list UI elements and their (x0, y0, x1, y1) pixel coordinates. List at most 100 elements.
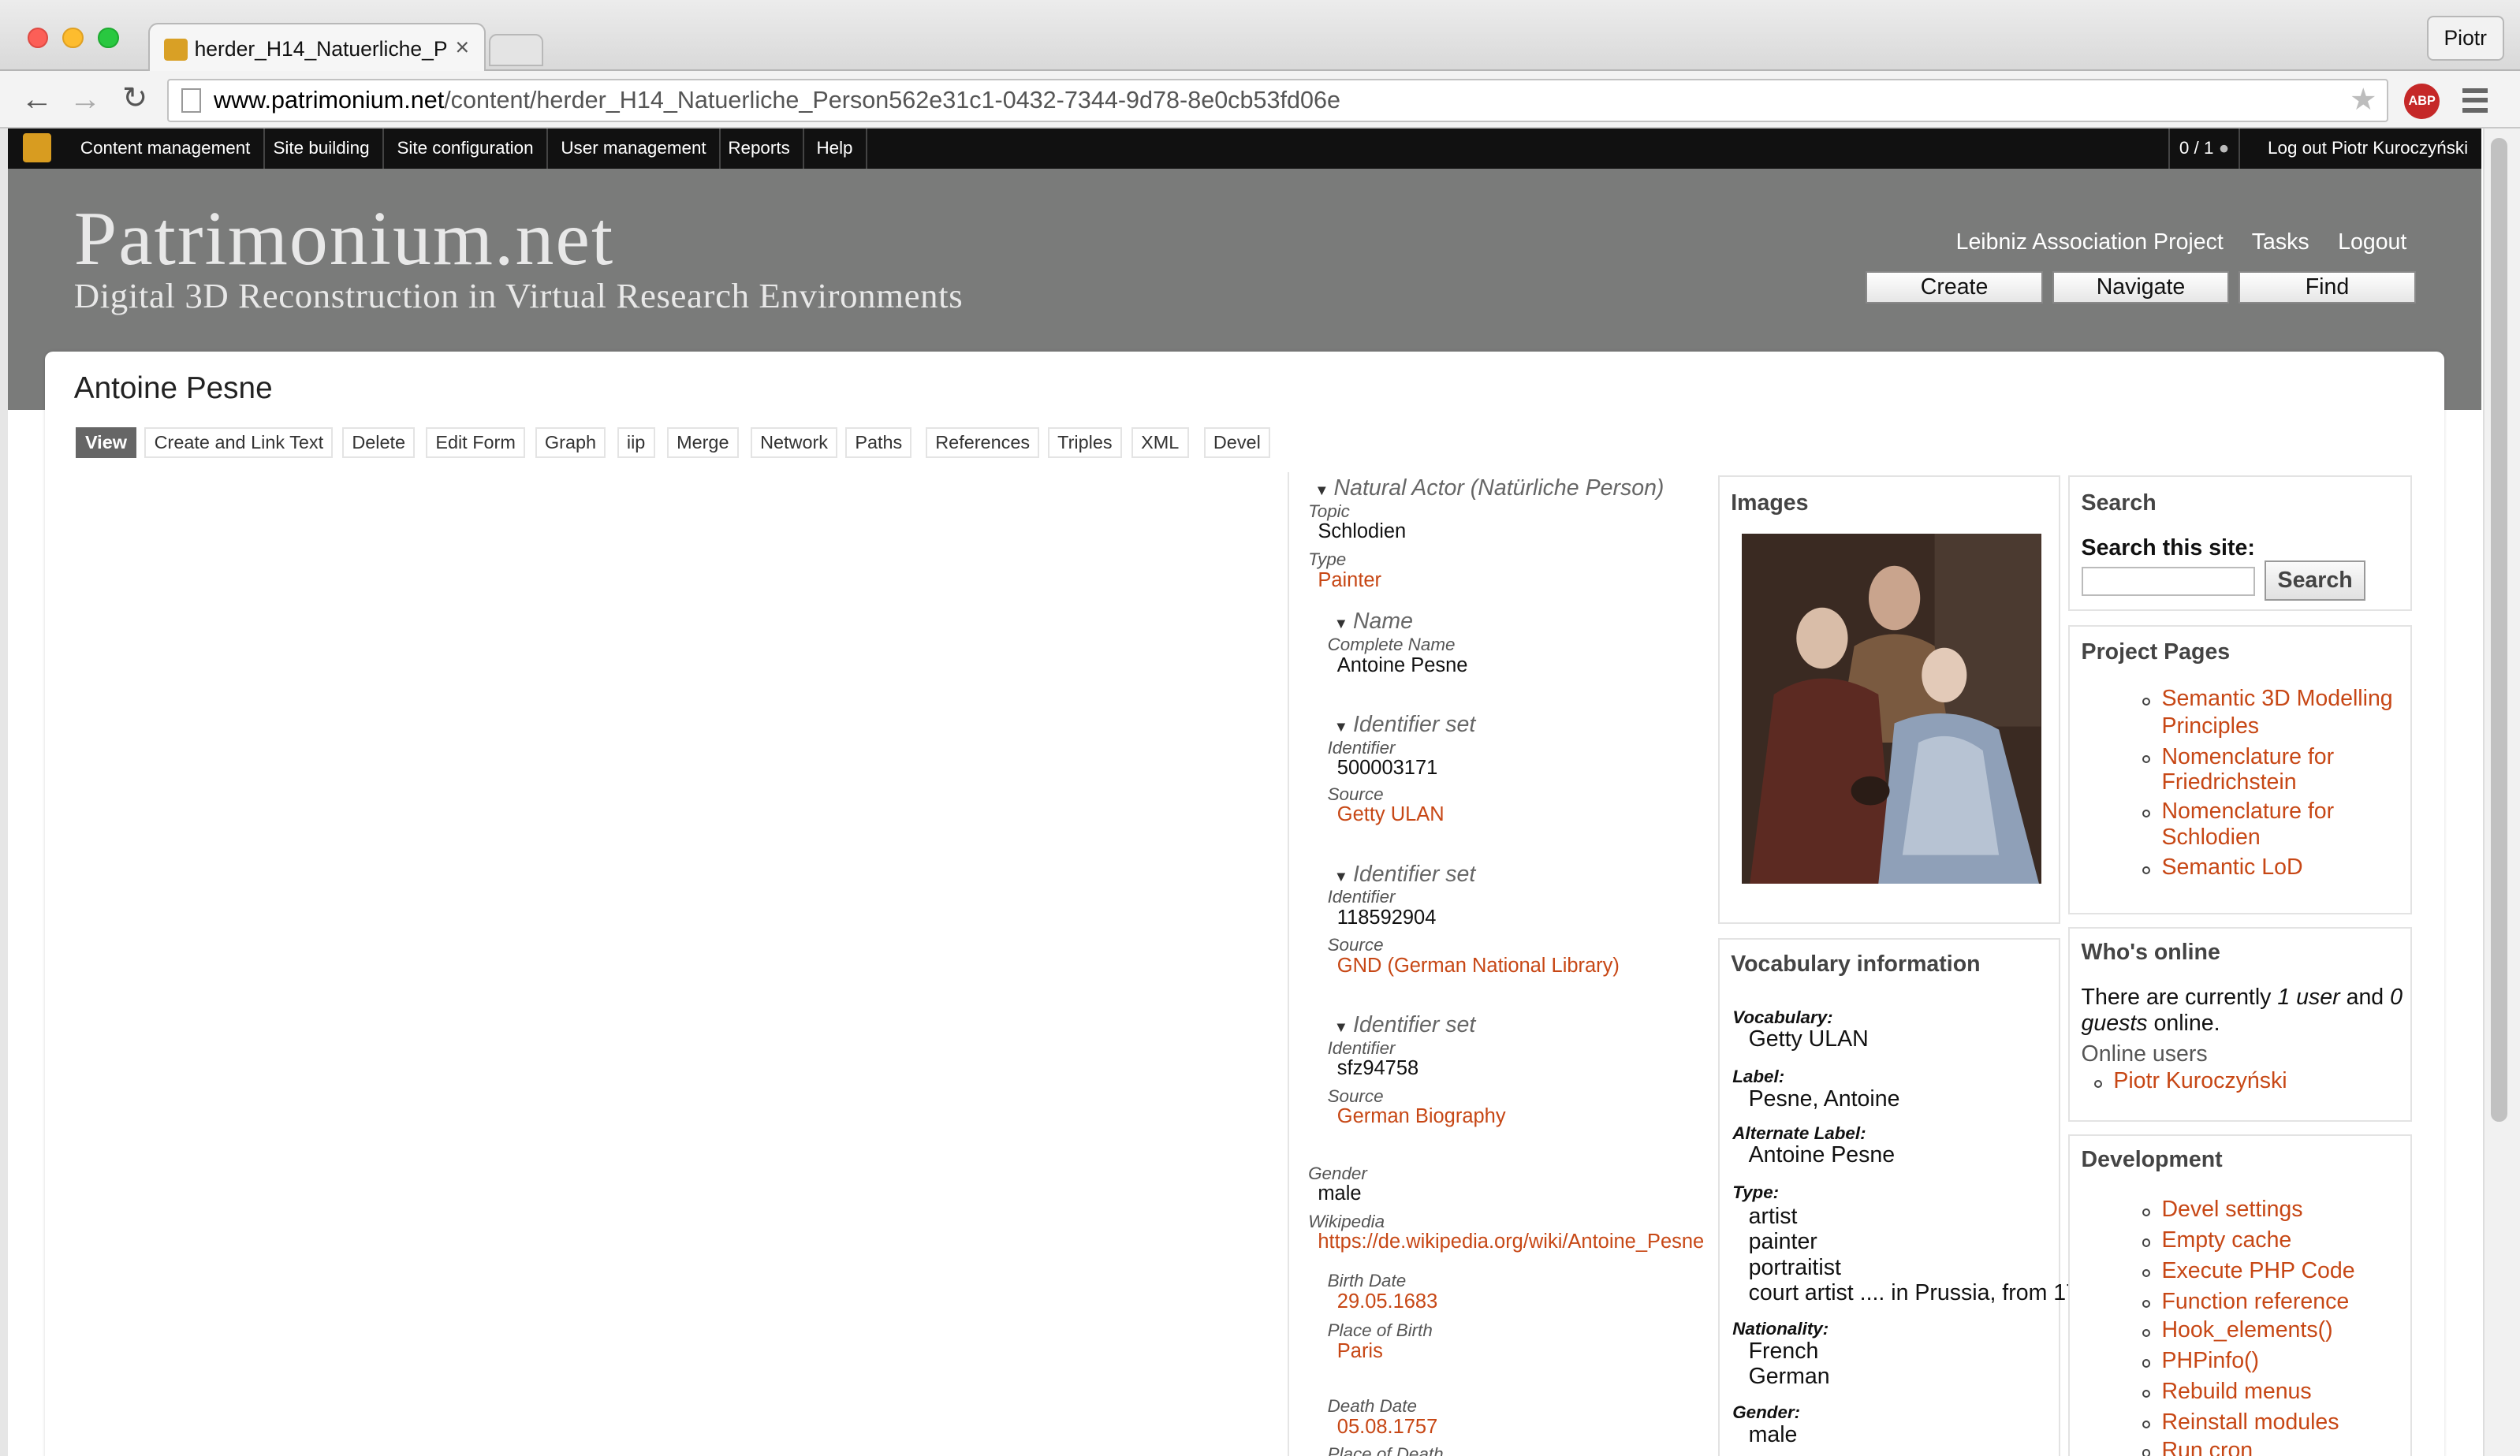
project-link[interactable]: Principles (2161, 713, 2259, 739)
wikipedia-link[interactable]: https://de.wikipedia.org/wiki/Antoine_Pe… (1318, 1231, 1704, 1253)
collapse-triangle-icon: ▼ (1333, 1018, 1348, 1036)
birth-place-link[interactable]: Paris (1337, 1340, 1383, 1363)
tab-graph[interactable]: Graph (535, 427, 606, 458)
devel-link[interactable]: Rebuild menus (2161, 1379, 2311, 1405)
drupal-logo-icon[interactable] (22, 133, 52, 162)
header-links: Leibniz Association Project Tasks Logout (1956, 229, 2429, 255)
tab-triples[interactable]: Triples (1047, 427, 1122, 458)
admin-menu: Content management Site building Site co… (8, 128, 2482, 169)
adblock-icon[interactable]: ABP (2404, 83, 2440, 119)
birth-date-link[interactable]: 29.05.1683 (1337, 1290, 1437, 1313)
close-window-button[interactable] (27, 27, 49, 49)
tasks-link[interactable]: Tasks (2252, 229, 2309, 255)
admin-user-management[interactable]: User management (548, 128, 721, 169)
bullet-icon (2142, 1359, 2151, 1368)
entity-class-heading[interactable]: ▼ Natural Actor (Natürliche Person) (1314, 475, 1664, 501)
page-scrollbar[interactable] (2483, 128, 2520, 1456)
find-button[interactable]: Find (2239, 271, 2416, 304)
source-link[interactable]: GND (German National Library) (1337, 955, 1620, 977)
project-link[interactable]: Semantic 3D Modelling (2161, 686, 2392, 712)
leibniz-project-link[interactable]: Leibniz Association Project (1956, 229, 2224, 255)
identifier-set-heading[interactable]: ▼ Identifier set (1334, 862, 1476, 888)
source-label: Source (1327, 935, 1384, 955)
tab-paths[interactable]: Paths (845, 427, 912, 458)
identifier-label: Identifier (1327, 887, 1396, 907)
identifier-set-heading[interactable]: ▼ Identifier set (1334, 712, 1476, 738)
tab-edit-form[interactable]: Edit Form (426, 427, 526, 458)
bookmark-star-icon[interactable]: ★ (2350, 82, 2377, 117)
project-link[interactable]: Friedrichstein (2161, 769, 2296, 795)
page-icon (181, 88, 201, 113)
portrait-image[interactable] (1742, 533, 2041, 884)
minimize-window-button[interactable] (62, 27, 84, 49)
admin-site-building[interactable]: Site building (260, 128, 384, 169)
search-input[interactable] (2081, 567, 2255, 597)
create-button[interactable]: Create (1866, 271, 2043, 304)
project-link[interactable]: Semantic LoD (2161, 855, 2302, 881)
online-text-line1: There are currently 1 user and 0 (2082, 985, 2403, 1011)
bullet-icon (2142, 1328, 2151, 1337)
bullet-icon (2093, 1079, 2103, 1088)
maximize-window-button[interactable] (98, 27, 119, 49)
devel-link[interactable]: Function reference (2161, 1289, 2349, 1315)
tab-view[interactable]: View (75, 427, 137, 458)
tab-iip[interactable]: iip (617, 427, 655, 458)
devel-link[interactable]: PHPinfo() (2161, 1348, 2259, 1374)
users-count-text: 0 / 1 (2179, 138, 2214, 158)
admin-reports[interactable]: Reports (715, 128, 805, 169)
collapse-triangle-icon: ▼ (1314, 482, 1329, 499)
online-user-link[interactable]: Piotr Kuroczyński (2113, 1068, 2287, 1094)
site-name[interactable]: Patrimonium.net (74, 195, 614, 283)
tab-devel[interactable]: Devel (1203, 427, 1270, 458)
project-link[interactable]: Nomenclature for (2161, 799, 2334, 825)
url-path: /content/herder_H14_Natuerliche_Person56… (444, 87, 1340, 114)
nationality-value: German (1748, 1364, 1830, 1390)
tab-network[interactable]: Network (750, 427, 838, 458)
complete-name-label: Complete Name (1327, 635, 1456, 655)
chrome-menu-icon[interactable] (2462, 88, 2488, 117)
admin-content-management[interactable]: Content management (68, 128, 265, 169)
reload-icon[interactable]: ↻ (116, 80, 155, 116)
identifier-set-heading[interactable]: ▼ Identifier set (1334, 1012, 1476, 1038)
profile-button[interactable]: Piotr (2426, 16, 2504, 61)
death-date-link[interactable]: 05.08.1757 (1337, 1416, 1437, 1439)
tab-merge[interactable]: Merge (666, 427, 739, 458)
admin-logout-link[interactable]: Log out Piotr Kuroczyński (2268, 128, 2468, 169)
scrollbar-thumb[interactable] (2491, 138, 2507, 1122)
tab-create-and-link-text[interactable]: Create and Link Text (144, 427, 334, 458)
gender-value: male (1748, 1421, 1798, 1447)
nationality-value: French (1748, 1338, 1819, 1364)
logout-link[interactable]: Logout (2338, 229, 2406, 255)
bullet-icon (2142, 1420, 2151, 1428)
name-section-heading[interactable]: ▼ Name (1334, 609, 1413, 635)
label-label: Label: (1732, 1067, 1785, 1087)
devel-link[interactable]: Hook_elements() (2161, 1317, 2332, 1343)
back-icon[interactable]: ← (17, 80, 56, 117)
browser-tab[interactable]: herder_H14_Natuerliche_P × (147, 22, 486, 73)
project-link[interactable]: Nomenclature for (2161, 744, 2334, 770)
tab-delete[interactable]: Delete (342, 427, 416, 458)
search-button[interactable]: Search (2264, 560, 2366, 601)
new-tab-button[interactable] (488, 33, 543, 66)
tab-references[interactable]: References (926, 427, 1040, 458)
project-link[interactable]: Schlodien (2161, 825, 2260, 851)
online-text-online: online. (2153, 1011, 2220, 1037)
type-link[interactable]: Painter (1318, 569, 1381, 592)
admin-help[interactable]: Help (803, 128, 867, 169)
admin-site-configuration[interactable]: Site configuration (384, 128, 548, 169)
close-tab-icon[interactable]: × (455, 34, 469, 61)
painting-illustration (1742, 533, 2041, 884)
type-value: court artist .... in Prussia, from 1711 (1748, 1280, 2102, 1306)
devel-link[interactable]: Run cron (2161, 1438, 2253, 1455)
tab-xml[interactable]: XML (1131, 427, 1189, 458)
devel-link[interactable]: Devel settings (2161, 1197, 2302, 1223)
source-link[interactable]: Getty ULAN (1337, 803, 1445, 826)
devel-link[interactable]: Reinstall modules (2161, 1409, 2339, 1436)
type-label: Type: (1732, 1182, 1780, 1203)
devel-link[interactable]: Empty cache (2161, 1227, 2291, 1253)
forward-icon[interactable]: → (66, 80, 105, 117)
devel-link[interactable]: Execute PHP Code (2161, 1258, 2354, 1284)
source-link[interactable]: German Biography (1337, 1105, 1506, 1128)
address-bar[interactable]: www.patrimonium.net/content/herder_H14_N… (166, 78, 2388, 122)
navigate-button[interactable]: Navigate (2052, 271, 2230, 304)
